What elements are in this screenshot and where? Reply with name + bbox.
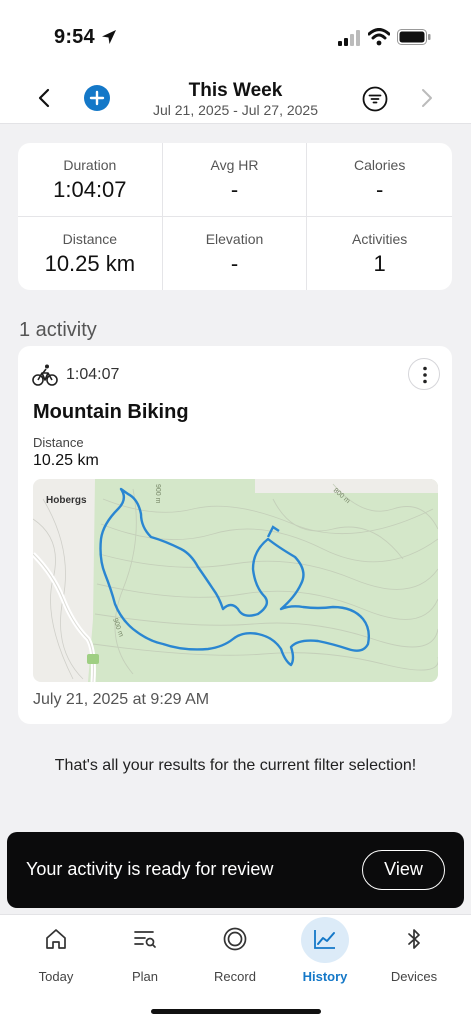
- stat-calories: Calories -: [307, 143, 452, 217]
- activity-distance-label: Distance: [33, 435, 84, 450]
- stat-label: Elevation: [205, 230, 264, 247]
- tab-history[interactable]: History: [280, 915, 370, 995]
- battery-icon: [397, 29, 431, 45]
- activity-more-button[interactable]: [408, 358, 440, 390]
- bottom-tab-bar: Today Plan Record History Devices: [0, 914, 471, 1024]
- activity-date: July 21, 2025 at 9:29 AM: [33, 691, 210, 708]
- filter-icon[interactable]: [362, 86, 388, 112]
- tab-label: Today: [38, 969, 74, 984]
- status-time: 9:54: [54, 26, 95, 48]
- bike-icon: [32, 364, 58, 386]
- plan-list-icon: [134, 931, 156, 948]
- activity-distance-value: 10.25 km: [33, 452, 99, 469]
- stat-activities: Activities 1: [307, 217, 452, 291]
- wifi-icon: [368, 28, 390, 46]
- date-range: Jul 21, 2025 - Jul 27, 2025: [152, 102, 318, 118]
- stat-value: 10.25 km: [44, 250, 136, 276]
- tab-label: Plan: [131, 969, 159, 984]
- stat-label: Distance: [62, 230, 118, 247]
- tab-record[interactable]: Record: [190, 915, 280, 995]
- stat-value: -: [230, 250, 239, 276]
- stat-label: Avg HR: [210, 157, 259, 173]
- tab-plan[interactable]: Plan: [100, 915, 190, 995]
- stat-value: -: [230, 177, 239, 202]
- page-title: This Week: [188, 80, 283, 101]
- cell-signal-icon: [338, 30, 360, 46]
- week-header: This Week Jul 21, 2025 - Jul 27, 2025: [0, 72, 471, 124]
- tab-label: History: [302, 969, 348, 984]
- tab-today[interactable]: Today: [11, 915, 101, 995]
- stat-value: -: [376, 177, 384, 202]
- map-place-label: Hobergs: [46, 495, 87, 506]
- next-chevron-icon[interactable]: [416, 86, 438, 110]
- home-indicator: [151, 1009, 321, 1014]
- end-of-results-message: That's all your results for the current …: [54, 757, 417, 774]
- activity-duration: 1:04:07: [66, 366, 120, 383]
- tab-label: Devices: [390, 969, 438, 984]
- week-stats-card: Duration 1:04:07 Avg HR - Calories - Dis…: [18, 143, 452, 290]
- map-contour-label: 900 m: [154, 484, 161, 504]
- stat-value: 1: [373, 250, 386, 276]
- stat-duration: Duration 1:04:07: [18, 143, 163, 217]
- activity-count-heading: 1 activity: [19, 319, 97, 341]
- view-button[interactable]: View: [362, 850, 445, 890]
- chart-trend-icon: [314, 930, 335, 949]
- review-toast: Your activity is ready for review View: [7, 832, 464, 908]
- toast-message: Your activity is ready for review: [26, 859, 274, 879]
- status-bar: 9:54: [0, 0, 471, 72]
- bluetooth-icon: [408, 929, 420, 949]
- more-vertical-icon: [423, 366, 427, 384]
- route-map[interactable]: Hobergs 800 m 900 m 900 m: [33, 479, 438, 682]
- stat-value: 1:04:07: [53, 177, 127, 202]
- stat-distance: Distance 10.25 km: [18, 216, 163, 290]
- stat-elevation: Elevation -: [163, 216, 308, 290]
- activity-title: Mountain Biking: [33, 401, 189, 423]
- tab-devices[interactable]: Devices: [369, 915, 459, 995]
- activity-card[interactable]: 1:04:07 Mountain Biking Distance 10.25 k…: [18, 346, 452, 724]
- home-icon: [46, 929, 66, 949]
- stat-label: Calories: [353, 157, 406, 173]
- location-arrow-icon: [102, 30, 116, 44]
- record-icon: [223, 927, 247, 951]
- tab-label: Record: [214, 969, 256, 984]
- stat-label: Activities: [352, 230, 408, 247]
- stat-label: Duration: [63, 157, 117, 173]
- stat-avg-hr: Avg HR -: [162, 143, 308, 217]
